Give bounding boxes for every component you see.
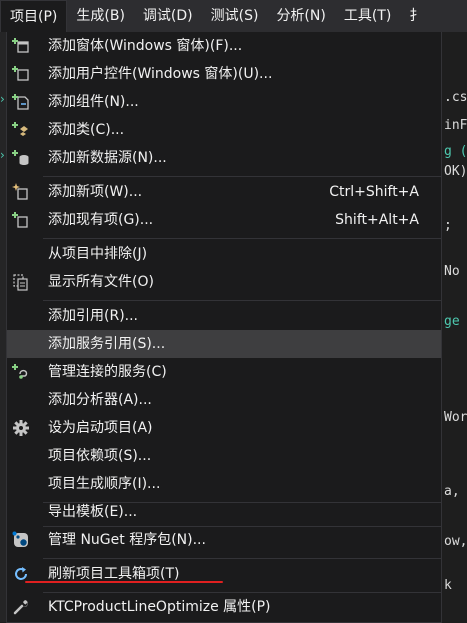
menu-item-add-service-reference[interactable]: 添加服务引用(S)... [7,330,441,358]
code-fragment: OK) [444,164,467,179]
gear-icon [11,418,31,438]
menu-item-refresh-toolbox-items[interactable]: 刷新项目工具箱项(T) [7,560,441,588]
menu-item-exclude-from-project[interactable]: 从项目中排除(J) [7,240,441,268]
add-existing-item-icon [11,210,31,230]
menu-extensions[interactable]: 扌 [400,0,432,32]
menu-analyze[interactable]: 分析(N) [267,0,334,32]
menu-item-label: 添加现有项(G)... [48,212,154,228]
code-fragment: g ( [444,144,467,159]
add-data-source-icon [11,148,31,168]
project-dropdown-menu: 添加窗体(Windows 窗体)(F)... 添加用户控件(Windows 窗体… [6,32,442,623]
menu-item-add-existing-item[interactable]: 添加现有项(G)... Shift+Alt+A [7,206,441,234]
code-fragment: .cs [444,90,467,105]
menu-item-add-analyzer[interactable]: 添加分析器(A)... [7,386,441,414]
menu-item-label: 添加新数据源(N)... [48,150,167,166]
menu-item-label: 添加分析器(A)... [48,392,152,408]
menu-item-add-component[interactable]: 添加组件(N)... [7,88,441,116]
menu-item-label: 刷新项目工具箱项(T) [48,566,180,582]
menu-item-label: 添加组件(N)... [48,94,139,110]
menu-separator [43,300,441,301]
menu-item-export-template[interactable]: 导出模板(E)... [7,498,441,526]
menu-item-shortcut: Shift+Alt+A [335,212,419,228]
menu-item-label: 导出模板(E)... [48,504,138,520]
menu-item-manage-connected-services[interactable]: 管理连接的服务(C) [7,358,441,386]
menu-item-project-properties[interactable]: KTCProductLineOptimize 属性(P) [7,593,441,621]
menu-item-label: 显示所有文件(O) [48,274,154,290]
connected-services-icon [11,362,31,382]
menu-item-add-user-control[interactable]: 添加用户控件(Windows 窗体)(U)... [7,60,441,88]
red-underline-annotation [25,581,223,583]
menu-item-label: 项目生成顺序(I)... [48,476,161,492]
menu-item-shortcut: Ctrl+Shift+A [329,184,419,200]
code-fragment: ; [444,218,452,233]
menu-project[interactable]: 项目(P) [0,0,68,33]
menu-separator [43,558,441,559]
menu-bar: 项目(P) 生成(B) 调试(D) 测试(S) 分析(N) 工具(T) 扌 [0,0,467,33]
code-fragment: a, [444,484,460,499]
menu-item-label: 添加窗体(Windows 窗体)(F)... [48,38,243,54]
menu-item-manage-nuget-packages[interactable]: 管理 NuGet 程序包(N)... [7,526,441,554]
menu-item-label: 添加服务引用(S)... [48,336,166,352]
code-fragment: ow, [444,534,467,549]
menu-item-label: KTCProductLineOptimize 属性(P) [48,599,271,615]
menu-item-add-class[interactable]: 添加类(C)... [7,116,441,144]
menu-item-project-dependencies[interactable]: 项目依赖项(S)... [7,442,441,470]
menu-item-project-build-order[interactable]: 项目生成顺序(I)... [7,470,441,498]
code-editor-background: .cs inF g ( OK) ; No ge ( Wor a, ow, k [440,32,467,622]
menu-item-label: 管理 NuGet 程序包(N)... [48,532,206,548]
menu-separator [43,238,441,239]
code-fragment: ge ( [444,314,467,329]
menu-item-label: 设为启动项目(A) [48,420,153,436]
code-fragment: No [444,264,460,279]
wrench-icon [11,597,31,617]
menu-item-add-form[interactable]: 添加窗体(Windows 窗体)(F)... [7,32,441,60]
menu-item-label: 添加新项(W)... [48,184,143,200]
menu-item-label: 添加类(C)... [48,122,125,138]
menu-item-show-all-files[interactable]: 显示所有文件(O) [7,268,441,296]
add-user-control-icon [11,64,31,84]
menu-test[interactable]: 测试(S) [202,0,268,32]
menu-item-label: 添加引用(R)... [48,308,139,324]
code-fragment: inF [444,118,467,133]
add-form-icon [11,36,31,56]
menu-item-label: 管理连接的服务(C) [48,364,167,380]
nuget-icon [11,530,31,550]
menu-debug[interactable]: 调试(D) [134,0,202,32]
menu-build[interactable]: 生成(B) [67,0,134,32]
menu-item-add-new-item[interactable]: 添加新项(W)... Ctrl+Shift+A [7,178,441,206]
menu-item-add-data-source[interactable]: 添加新数据源(N)... [7,144,441,172]
menu-item-add-reference[interactable]: 添加引用(R)... [7,302,441,330]
menu-tools[interactable]: 工具(T) [335,0,400,32]
add-class-icon [11,120,31,140]
menu-item-label: 项目依赖项(S)... [48,448,152,464]
menu-item-label: 添加用户控件(Windows 窗体)(U)... [48,66,273,82]
add-new-item-icon [11,182,31,202]
menu-item-label: 从项目中排除(J) [48,246,148,262]
add-component-icon [11,92,31,112]
menu-item-set-startup-project[interactable]: 设为启动项目(A) [7,414,441,442]
code-fragment: Wor [444,410,467,425]
code-fragment: k [444,578,452,593]
show-all-files-icon [11,272,31,292]
menu-separator [43,176,441,177]
